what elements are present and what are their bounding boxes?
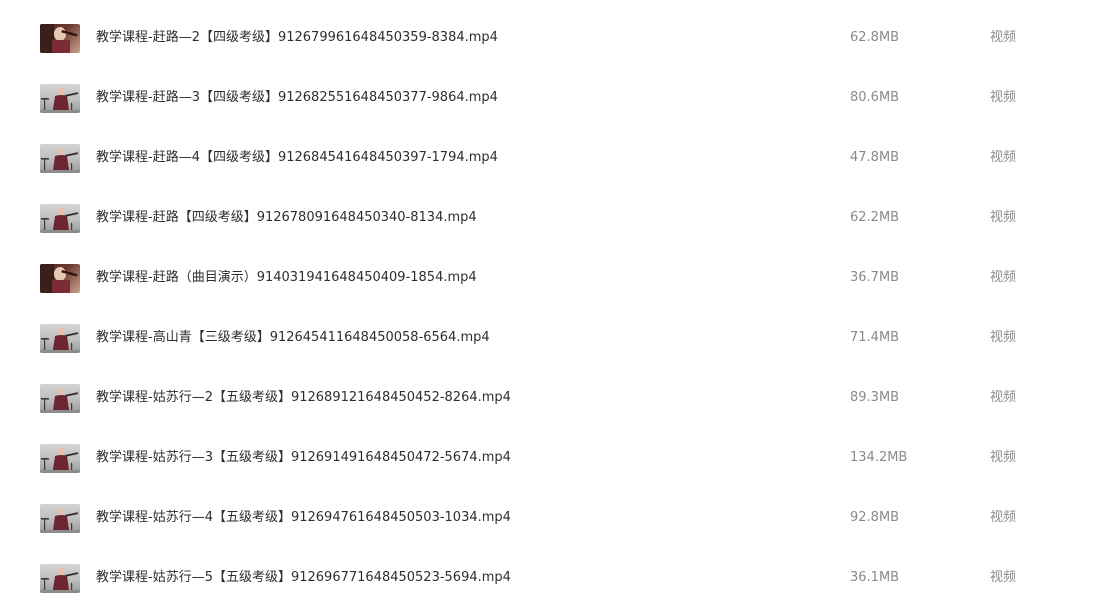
performer-seated-icon <box>40 387 80 413</box>
file-type: 视频 <box>990 150 1017 165</box>
performer-seated-icon <box>40 507 80 533</box>
video-thumbnail[interactable] <box>40 144 80 173</box>
file-type: 视频 <box>990 450 1017 465</box>
file-type: 视频 <box>990 570 1017 585</box>
video-thumbnail[interactable] <box>40 324 80 353</box>
file-size: 134.2MB <box>850 450 908 465</box>
file-size: 92.8MB <box>850 510 900 525</box>
file-row[interactable]: 教学课程-姑苏行—3【五级考级】912691491648450472-5674.… <box>0 440 1117 500</box>
file-size: 62.2MB <box>850 210 900 225</box>
file-type: 视频 <box>990 510 1017 525</box>
performer-seated-icon <box>40 447 80 473</box>
file-size: 36.1MB <box>850 570 900 585</box>
file-name[interactable]: 教学课程-高山青【三级考级】912645411648450058-6564.mp… <box>96 329 490 347</box>
file-type: 视频 <box>990 210 1017 225</box>
file-row[interactable]: 教学课程-赶路—2【四级考级】912679961648450359-8384.m… <box>0 20 1117 80</box>
file-name[interactable]: 教学课程-姑苏行—2【五级考级】912689121648450452-8264.… <box>96 389 511 407</box>
performer-seated-icon <box>40 87 80 113</box>
file-size: 47.8MB <box>850 150 900 165</box>
video-thumbnail[interactable] <box>40 444 80 473</box>
file-row[interactable]: 教学课程-姑苏行—2【五级考级】912689121648450452-8264.… <box>0 380 1117 440</box>
file-row[interactable]: 教学课程-姑苏行—5【五级考级】912696771648450523-5694.… <box>0 560 1117 609</box>
file-name[interactable]: 教学课程-赶路—2【四级考级】912679961648450359-8384.m… <box>96 29 498 47</box>
file-type: 视频 <box>990 330 1017 345</box>
file-name[interactable]: 教学课程-赶路—4【四级考级】912684541648450397-1794.m… <box>96 149 498 167</box>
performer-seated-icon <box>40 147 80 173</box>
file-size: 80.6MB <box>850 90 900 105</box>
file-row[interactable]: 教学课程-赶路—4【四级考级】912684541648450397-1794.m… <box>0 140 1117 200</box>
file-row[interactable]: 教学课程-赶路—3【四级考级】912682551648450377-9864.m… <box>0 80 1117 140</box>
file-name[interactable]: 教学课程-赶路【四级考级】912678091648450340-8134.mp4 <box>96 209 477 227</box>
file-type: 视频 <box>990 30 1017 45</box>
file-size: 71.4MB <box>850 330 900 345</box>
file-row[interactable]: 教学课程-高山青【三级考级】912645411648450058-6564.mp… <box>0 320 1117 380</box>
file-name[interactable]: 教学课程-赶路（曲目演示）914031941648450409-1854.mp4 <box>96 269 477 287</box>
performer-closeup-icon <box>40 264 78 293</box>
file-size: 89.3MB <box>850 390 900 405</box>
video-thumbnail[interactable] <box>40 564 80 593</box>
file-size: 62.8MB <box>850 30 900 45</box>
video-thumbnail[interactable] <box>40 384 80 413</box>
file-row[interactable]: 教学课程-姑苏行—4【五级考级】912694761648450503-1034.… <box>0 500 1117 560</box>
video-thumbnail[interactable] <box>40 264 80 293</box>
file-row[interactable]: 教学课程-赶路（曲目演示）914031941648450409-1854.mp4… <box>0 260 1117 320</box>
performer-seated-icon <box>40 327 80 353</box>
video-thumbnail[interactable] <box>40 24 80 53</box>
file-size: 36.7MB <box>850 270 900 285</box>
file-name[interactable]: 教学课程-姑苏行—4【五级考级】912694761648450503-1034.… <box>96 509 511 527</box>
file-name[interactable]: 教学课程-赶路—3【四级考级】912682551648450377-9864.m… <box>96 89 498 107</box>
file-name[interactable]: 教学课程-姑苏行—3【五级考级】912691491648450472-5674.… <box>96 449 511 467</box>
performer-seated-icon <box>40 207 80 233</box>
performer-closeup-icon <box>40 24 78 53</box>
file-name[interactable]: 教学课程-姑苏行—5【五级考级】912696771648450523-5694.… <box>96 569 511 587</box>
file-type: 视频 <box>990 390 1017 405</box>
video-thumbnail[interactable] <box>40 504 80 533</box>
video-thumbnail[interactable] <box>40 204 80 233</box>
performer-seated-icon <box>40 567 80 593</box>
file-list: 教学课程-赶路—2【四级考级】912679961648450359-8384.m… <box>0 0 1117 609</box>
video-thumbnail[interactable] <box>40 84 80 113</box>
file-type: 视频 <box>990 270 1017 285</box>
file-type: 视频 <box>990 90 1017 105</box>
file-row[interactable]: 教学课程-赶路【四级考级】912678091648450340-8134.mp4… <box>0 200 1117 260</box>
